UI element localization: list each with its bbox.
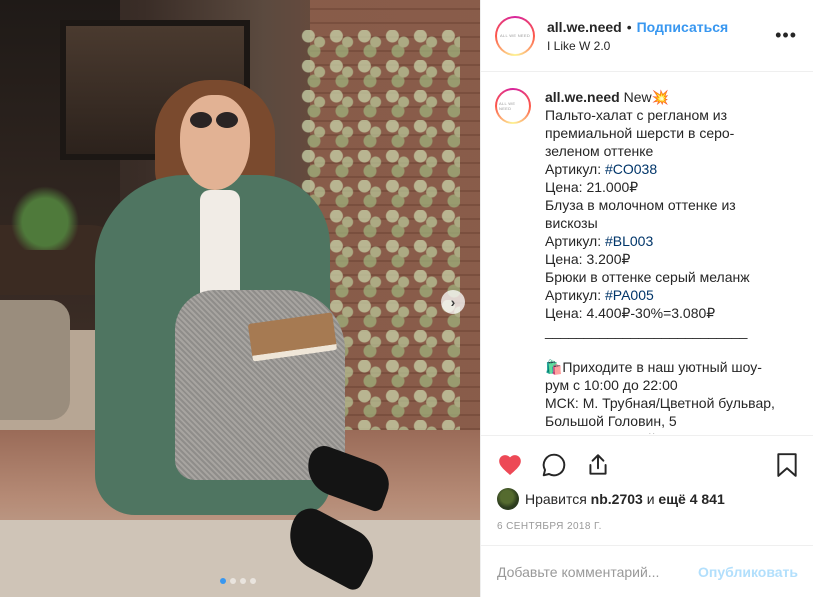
- username-link[interactable]: all.we.need: [547, 19, 622, 35]
- caption-line-prefix: Артикул:: [545, 287, 605, 303]
- header-text: all.we.need • Подписаться I Like W 2.0: [547, 19, 728, 53]
- carousel-next-button[interactable]: ›: [441, 290, 465, 314]
- caption-line: 🛍️Приходите в наш уютный шоу-рум с 10:00…: [545, 359, 762, 393]
- likes-count[interactable]: ещё 4 841: [658, 491, 724, 507]
- carousel-dot: [250, 578, 256, 584]
- liker-username[interactable]: nb.2703: [591, 491, 643, 507]
- avatar-logo: ALL WE NEED: [497, 17, 533, 54]
- likes-prefix: Нравится: [525, 491, 587, 507]
- caption-area: ALL WE NEED all.we.need New💥 Пальто-халат…: [481, 72, 813, 434]
- carousel-dot: [240, 578, 246, 584]
- caption-line: СПБ: М. Невский проспект, Малая: [545, 430, 785, 434]
- caption-line: Пальто-халат с регланом из премиальной ш…: [545, 107, 735, 159]
- more-options-icon[interactable]: •••: [775, 26, 797, 44]
- comment-input[interactable]: [497, 563, 699, 580]
- cushion: [0, 300, 70, 420]
- caption-line-text: New💥: [623, 89, 670, 105]
- post-panel: ALL WE NEED all.we.need • Подписаться I …: [480, 0, 813, 597]
- liker-avatar[interactable]: [497, 488, 519, 510]
- hashtag-link[interactable]: #PA005: [605, 287, 654, 303]
- likes-summary: Нравится nb.2703 и ещё 4 841: [497, 488, 725, 510]
- caption-line: МСК: М. Трубная/Цветной бульвар, Большой…: [545, 395, 775, 429]
- hashtag-link[interactable]: #CO038: [605, 161, 657, 177]
- caption-line: __________________________: [545, 323, 748, 339]
- heart-icon[interactable]: [497, 452, 523, 479]
- sunglasses: [190, 112, 240, 128]
- post-date[interactable]: 6 СЕНТЯБРЯ 2018 Г.: [497, 521, 602, 532]
- caption-line: Блуза в молочном оттенке из вискозы: [545, 197, 736, 231]
- bookmark-icon[interactable]: [776, 452, 798, 481]
- caption-line: all.we.need New💥: [545, 88, 785, 106]
- likes-and: и: [646, 491, 655, 507]
- caption-line: Артикул: #CO038: [545, 160, 785, 178]
- follow-button[interactable]: Подписаться: [637, 19, 729, 35]
- caption-line: Брюки в оттенке серый меланж: [545, 269, 750, 285]
- caption-line: [545, 340, 785, 358]
- share-icon[interactable]: [585, 452, 611, 481]
- location-link[interactable]: I Like W 2.0: [547, 39, 728, 53]
- caption-line-prefix: Артикул:: [545, 161, 605, 177]
- caption-username[interactable]: all.we.need: [545, 89, 620, 105]
- avatar-logo: ALL WE NEED: [497, 90, 529, 122]
- avatar[interactable]: ALL WE NEED: [495, 15, 535, 56]
- carousel-dot: [220, 578, 226, 584]
- caption-line-prefix: Артикул:: [545, 233, 605, 249]
- caption-line: Артикул: #BL003: [545, 232, 785, 250]
- carousel-dots: [220, 578, 256, 584]
- chevron-right-icon: ›: [450, 294, 456, 310]
- publish-button[interactable]: Опубликовать: [698, 564, 798, 580]
- separator-bullet: •: [626, 18, 632, 35]
- model-face: [180, 95, 250, 190]
- caption-text: all.we.need New💥 Пальто-халат с регланом …: [545, 88, 785, 434]
- action-bar: [481, 435, 813, 485]
- caption-line: Цена: 4.400₽-30%=3.080₽: [545, 305, 716, 321]
- carousel-dot: [230, 578, 236, 584]
- avatar[interactable]: ALL WE NEED: [495, 88, 531, 124]
- caption-line: Цена: 3.200₽: [545, 251, 631, 267]
- post-photo[interactable]: ›: [0, 0, 480, 597]
- ground: [0, 520, 480, 597]
- post-header: ALL WE NEED all.we.need • Подписаться I …: [481, 0, 813, 72]
- hashtag-link[interactable]: #BL003: [605, 233, 653, 249]
- comment-form: Опубликовать: [481, 545, 813, 597]
- header-title-row: all.we.need • Подписаться: [547, 19, 728, 35]
- potted-plant: [5, 180, 85, 250]
- caption-line: Цена: 21.000₽: [545, 179, 639, 195]
- caption-line: Артикул: #PA005: [545, 286, 785, 304]
- comment-icon[interactable]: [541, 452, 567, 481]
